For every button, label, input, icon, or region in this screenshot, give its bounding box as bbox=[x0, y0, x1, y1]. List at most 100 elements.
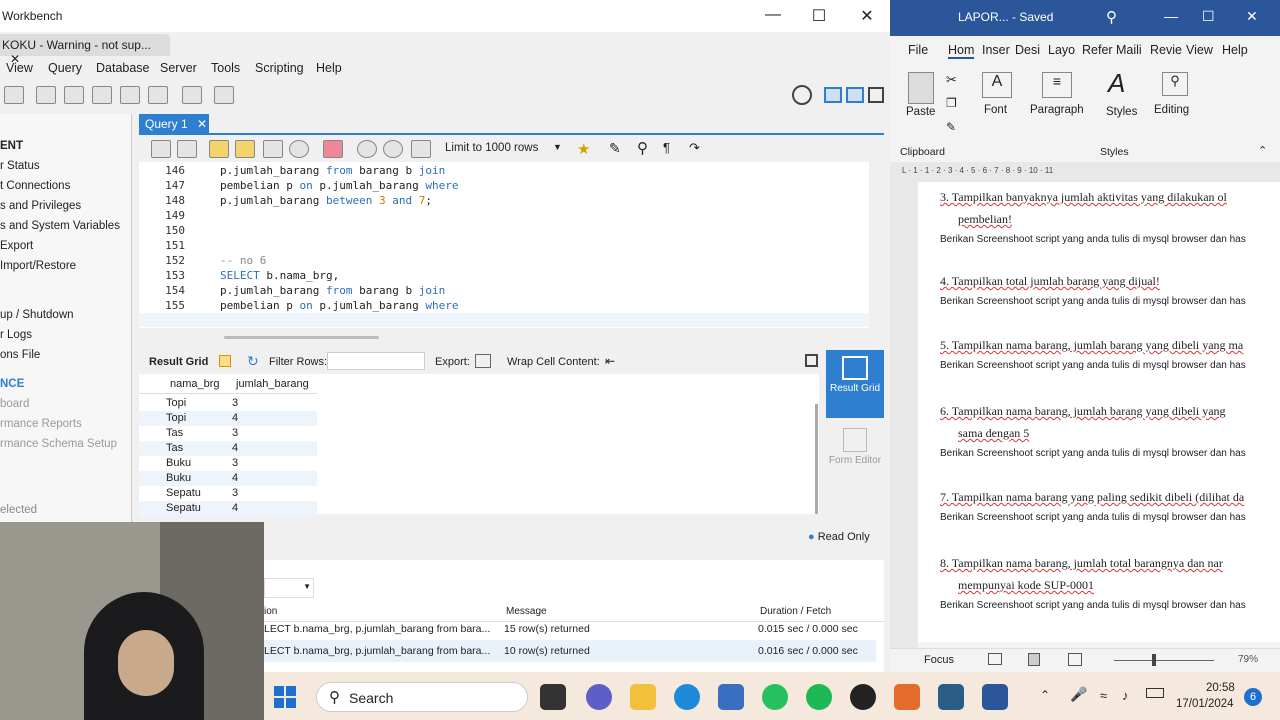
new-function-icon[interactable] bbox=[148, 86, 168, 104]
code-line[interactable]: p.jumlah_barang from barang b join bbox=[220, 284, 445, 297]
code-line[interactable]: SELECT b.nama_brg, bbox=[220, 269, 339, 282]
code-line[interactable]: p.jumlah_barang between 3 and 7; bbox=[220, 194, 432, 207]
clock-time[interactable]: 20:58 bbox=[1206, 682, 1235, 694]
question-text[interactable]: 5. Tampilkan nama barang, jumlah barang … bbox=[940, 338, 1243, 353]
tab-file[interactable]: File bbox=[908, 43, 928, 57]
db-icon[interactable] bbox=[4, 86, 24, 104]
paragraph-button[interactable]: Paragraph bbox=[1030, 104, 1084, 116]
print-layout-icon[interactable] bbox=[1028, 653, 1040, 666]
cell-nama-brg[interactable]: Buku bbox=[166, 457, 191, 469]
xampp-icon[interactable] bbox=[894, 684, 920, 710]
read-mode-icon[interactable] bbox=[988, 653, 1002, 665]
chrome-icon[interactable] bbox=[850, 684, 876, 710]
table-row[interactable]: Buku 3 bbox=[139, 456, 317, 471]
question-text[interactable]: 4. Tampilkan total jumlah barang yang di… bbox=[940, 274, 1160, 289]
store-icon[interactable] bbox=[718, 684, 744, 710]
nav-options-file[interactable]: ons File bbox=[0, 349, 40, 361]
instruction-text[interactable]: Berikan Screenshoot script yang anda tul… bbox=[940, 360, 1246, 371]
cell-nama-brg[interactable]: Sepatu bbox=[166, 487, 201, 499]
autocommit-icon[interactable] bbox=[411, 140, 431, 158]
table-row[interactable]: Buku 4 bbox=[139, 471, 317, 486]
task-view-icon[interactable] bbox=[540, 684, 566, 710]
question-text[interactable]: 6. Tampilkan nama barang, jumlah barang … bbox=[940, 404, 1226, 419]
open-file-icon[interactable] bbox=[151, 140, 171, 158]
copy-icon[interactable]: ❐ bbox=[946, 96, 957, 110]
tab-home[interactable]: Hom bbox=[948, 43, 975, 59]
spotify-icon[interactable] bbox=[806, 684, 832, 710]
chevron-down-icon[interactable]: ▼ bbox=[553, 142, 562, 152]
document-page[interactable]: 3. Tampilkan banyaknya jumlah aktivitas … bbox=[918, 182, 1280, 642]
cell-jumlah-barang[interactable]: 3 bbox=[232, 397, 238, 409]
invisible-chars-icon[interactable]: ¶ bbox=[663, 140, 670, 155]
cell-jumlah-barang[interactable]: 4 bbox=[232, 502, 238, 514]
horizontal-scrollbar[interactable] bbox=[224, 336, 379, 339]
chevron-up-icon[interactable]: ⌃ bbox=[1040, 688, 1050, 702]
collapse-ribbon-icon[interactable]: ⌃ bbox=[1258, 144, 1267, 157]
cell-jumlah-barang[interactable]: 4 bbox=[232, 412, 238, 424]
table-row[interactable]: Topi 4 bbox=[139, 411, 317, 426]
close-button[interactable]: ✕ bbox=[852, 6, 882, 26]
menu-tools[interactable]: Tools bbox=[211, 61, 240, 75]
refresh-icon[interactable]: ↻ bbox=[247, 353, 259, 370]
new-procedure-icon[interactable] bbox=[120, 86, 140, 104]
cell-nama-brg[interactable]: Topi bbox=[166, 397, 186, 409]
search-icon[interactable]: ⚲ bbox=[637, 139, 648, 157]
cell-jumlah-barang[interactable]: 3 bbox=[232, 427, 238, 439]
tab-references[interactable]: Refer bbox=[1082, 43, 1113, 57]
cell-jumlah-barang[interactable]: 4 bbox=[232, 472, 238, 484]
start-button[interactable] bbox=[274, 686, 296, 708]
close-button[interactable]: ✕ bbox=[1246, 8, 1258, 25]
tab-view[interactable]: View bbox=[1186, 43, 1213, 57]
output-row[interactable]: LECT b.nama_brg, p.jumlah_barang from ba… bbox=[264, 640, 876, 662]
question-text[interactable]: 8. Tampilkan nama barang, jumlah total b… bbox=[940, 556, 1223, 571]
new-schema-icon[interactable] bbox=[36, 86, 56, 104]
table-row[interactable]: Sepatu 3 bbox=[139, 486, 317, 501]
font-button[interactable]: Font bbox=[984, 104, 1007, 116]
result-grid-side-button[interactable]: Result Grid bbox=[826, 350, 884, 418]
tab-design[interactable]: Desi bbox=[1015, 43, 1040, 57]
toggle-secondary-icon[interactable] bbox=[868, 87, 884, 103]
wrap-cell-icon[interactable]: ⇤ bbox=[605, 354, 615, 368]
table-row[interactable]: Tas 4 bbox=[139, 441, 317, 456]
tab-help[interactable]: Help bbox=[1222, 43, 1248, 57]
nav-dashboard[interactable]: board bbox=[0, 398, 29, 410]
cell-jumlah-barang[interactable]: 4 bbox=[232, 442, 238, 454]
focus-button[interactable]: Focus bbox=[924, 654, 954, 666]
reconnect-icon[interactable] bbox=[214, 86, 234, 104]
web-layout-icon[interactable] bbox=[1068, 653, 1082, 666]
question-text[interactable]: 7. Tampilkan nama barang yang paling sed… bbox=[940, 490, 1244, 505]
beautify-icon[interactable]: ✎ bbox=[609, 140, 621, 157]
tab-layout[interactable]: Layo bbox=[1048, 43, 1075, 57]
tab-mailings[interactable]: Maili bbox=[1116, 43, 1142, 57]
form-editor-button[interactable]: Form Editor bbox=[826, 424, 884, 480]
new-view-icon[interactable] bbox=[92, 86, 112, 104]
bookmark-star-icon[interactable]: ★ bbox=[577, 140, 590, 158]
stop-icon[interactable] bbox=[289, 140, 309, 158]
nav-users-privileges[interactable]: s and Privileges bbox=[0, 200, 81, 212]
zoom-level[interactable]: 79% bbox=[1238, 654, 1258, 665]
editing-icon[interactable]: ⚲ bbox=[1162, 72, 1188, 96]
nav-performance-reports[interactable]: rmance Reports bbox=[0, 418, 82, 430]
taskbar-search[interactable]: ⚲ Search bbox=[316, 682, 528, 712]
instruction-text[interactable]: Berikan Screenshoot script yang anda tul… bbox=[940, 512, 1246, 523]
result-grid[interactable]: nama_brg jumlah_barang Topi 3 Topi 4 Tas 3 Tas… bbox=[139, 374, 819, 516]
instruction-text[interactable]: Berikan Screenshoot script yang anda tul… bbox=[940, 600, 1246, 611]
toggle-error-icon[interactable] bbox=[323, 140, 343, 158]
toggle-output-icon[interactable] bbox=[846, 87, 864, 103]
grid-scrollbar[interactable] bbox=[815, 404, 818, 514]
filter-rows-input[interactable] bbox=[327, 352, 425, 370]
microphone-icon[interactable]: 🎤 bbox=[1070, 686, 1087, 703]
code-line[interactable]: pembelian p on p.jumlah_barang where bbox=[220, 179, 458, 192]
instruction-text[interactable]: Berikan Screenshoot script yang anda tul… bbox=[940, 448, 1246, 459]
zoom-slider[interactable] bbox=[1114, 660, 1214, 661]
minimize-button[interactable]: — bbox=[1164, 8, 1178, 24]
edge-icon[interactable] bbox=[674, 684, 700, 710]
nav-server-status[interactable]: r Status bbox=[0, 160, 40, 172]
nav-client-connections[interactable]: t Connections bbox=[0, 180, 70, 192]
nav-startup-shutdown[interactable]: up / Shutdown bbox=[0, 309, 74, 321]
zoom-thumb[interactable] bbox=[1152, 654, 1156, 666]
minimize-button[interactable]: — bbox=[758, 6, 788, 24]
battery-icon[interactable] bbox=[1146, 688, 1164, 698]
maximize-button[interactable]: ☐ bbox=[804, 6, 834, 26]
sql-editor[interactable]: 146 p.jumlah_barang from barang b join 147… bbox=[139, 162, 869, 339]
